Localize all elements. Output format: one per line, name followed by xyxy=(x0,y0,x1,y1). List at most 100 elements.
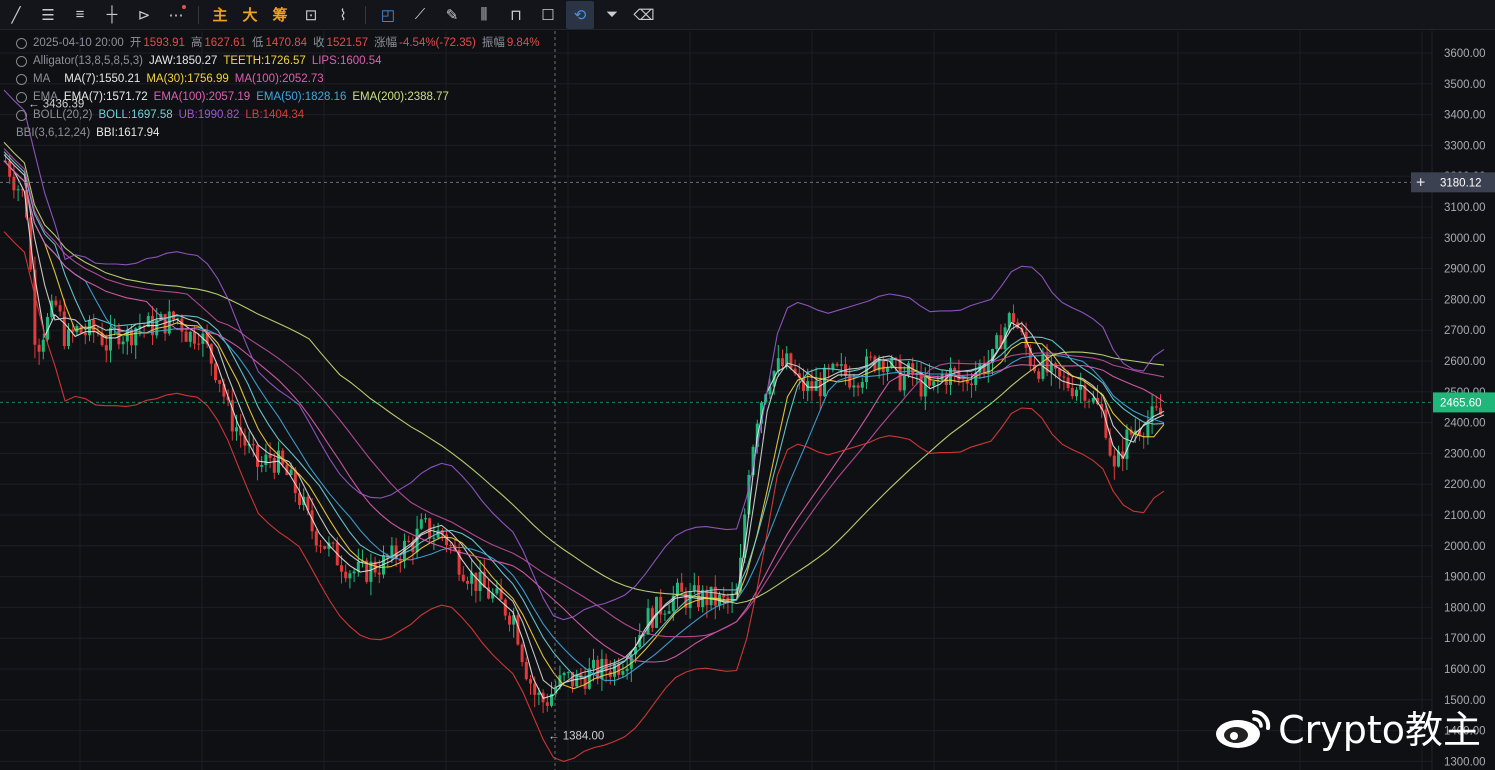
ema-row: EMA EMA(7):1571.72 EMA(100):2057.19 EMA(… xyxy=(16,88,545,106)
candle-body xyxy=(314,531,318,546)
collapse-toggle-icon[interactable] xyxy=(16,37,27,49)
price-tick-label: 1300.00 xyxy=(1444,756,1486,768)
candle-body xyxy=(835,363,839,366)
more-icon[interactable]: ⋯ xyxy=(162,1,190,29)
eye-icon[interactable] xyxy=(16,109,27,121)
drawing-icon[interactable]: ◰ xyxy=(374,1,402,29)
chips-button[interactable]: 筹 xyxy=(267,1,293,29)
arrow-tool-icon[interactable]: ⊳ xyxy=(130,1,158,29)
candle-body xyxy=(953,367,957,371)
candle-body xyxy=(663,613,667,615)
watermark: Crypto教主 xyxy=(1214,699,1481,754)
candle-body xyxy=(419,519,423,529)
candle-body xyxy=(961,379,965,381)
weibo-logo-icon xyxy=(1216,709,1271,748)
filter-icon[interactable]: ⏷ xyxy=(598,1,626,29)
candle-body xyxy=(495,588,499,594)
crop-icon[interactable]: ⊡ xyxy=(297,1,325,29)
trash-icon[interactable]: ⌫ xyxy=(630,1,658,29)
bbi-row: BBI(3,6,12,24) BBI:1617.94 xyxy=(16,124,545,142)
measure-icon[interactable]: ⟋ xyxy=(406,1,434,29)
change-label: 涨幅 xyxy=(374,37,398,49)
ma-label[interactable]: MA xyxy=(33,70,50,88)
alligator-label[interactable]: Alligator(13,8,5,8,5,3) xyxy=(33,52,143,70)
amplitude-label: 振幅 xyxy=(481,37,505,49)
more-glyph: ⋯ xyxy=(168,6,184,24)
note-icon[interactable]: ☐ xyxy=(534,1,562,29)
indicator-legend: 2025-04-10 20:00 开 1593.91 高 1627.61 低 1… xyxy=(16,34,545,142)
candle-body xyxy=(268,454,272,459)
price-tick-label: 2000.00 xyxy=(1444,541,1486,553)
main-indicator-button[interactable]: 主 xyxy=(207,1,233,29)
big-indicator-button[interactable]: 大 xyxy=(237,1,263,29)
candle-body xyxy=(256,445,259,467)
candle-body xyxy=(121,341,125,345)
candle-body xyxy=(331,542,335,544)
candle-body xyxy=(562,672,566,676)
boll-label[interactable]: BOLL(20,2) xyxy=(33,106,92,124)
candle-body xyxy=(264,454,268,466)
parallel-lines-icon[interactable]: ☰ xyxy=(34,1,62,29)
ohlc-row: 2025-04-10 20:00 开 1593.91 高 1627.61 低 1… xyxy=(16,34,545,52)
horizontal-line-icon[interactable]: ┼ xyxy=(98,1,126,29)
lock-icon[interactable]: ⊓ xyxy=(502,1,530,29)
candle-body xyxy=(79,326,83,333)
price-tick-label: 2700.00 xyxy=(1444,325,1486,337)
lips-value: LIPS:1600.54 xyxy=(311,55,382,67)
close-value: 1521.57 xyxy=(326,37,369,49)
price-tick-label: 2600.00 xyxy=(1444,356,1486,368)
candle-body xyxy=(1012,313,1015,323)
bbi-label[interactable]: BBI(3,6,12,24) xyxy=(16,124,90,142)
candle-body xyxy=(54,300,58,306)
candle-body xyxy=(449,545,453,547)
candle-body xyxy=(432,537,436,539)
candle-body xyxy=(776,358,780,372)
price-tick-label: 1600.00 xyxy=(1444,664,1486,676)
candle-body xyxy=(1075,389,1078,397)
bbi-value: BBI:1617.94 xyxy=(96,127,160,139)
ma7-line xyxy=(3,160,1165,699)
price-tick-label: 3100.00 xyxy=(1444,202,1486,214)
candle-body xyxy=(193,331,196,344)
candle-body xyxy=(323,546,327,549)
candle-body xyxy=(613,663,616,677)
candle-body xyxy=(37,344,41,352)
candle-datetime: 2025-04-10 20:00 xyxy=(33,37,124,49)
candle-body xyxy=(197,343,201,345)
eye-icon[interactable] xyxy=(16,55,27,67)
amplitude-value: 9.84% xyxy=(506,37,540,49)
candle-body xyxy=(860,381,864,388)
candles-icon[interactable]: ⫼ xyxy=(470,1,498,29)
ema-label[interactable]: EMA xyxy=(33,88,58,106)
change-value: -4.54%(-72.35) xyxy=(399,37,476,49)
magnet-icon[interactable]: ⟲ xyxy=(566,0,594,29)
candle-body xyxy=(16,189,20,191)
ema7-value: EMA(7):1571.72 xyxy=(63,91,148,103)
candle-body xyxy=(1070,388,1074,397)
candle-body xyxy=(1062,376,1066,378)
candle-body xyxy=(67,329,70,346)
candle-body xyxy=(1087,400,1091,402)
ruler-icon[interactable]: ⌇ xyxy=(329,1,357,29)
eye-icon[interactable] xyxy=(16,73,27,85)
candle-body xyxy=(902,375,906,391)
candle-body xyxy=(445,534,448,546)
candle-body xyxy=(41,339,45,352)
channel-icon[interactable]: ≡ xyxy=(66,1,94,29)
candle-body xyxy=(8,161,12,177)
candle-body xyxy=(625,668,629,672)
close-label: 收 xyxy=(313,37,325,49)
ema50-line xyxy=(3,160,1165,682)
candle-body xyxy=(970,383,973,386)
candle-body xyxy=(62,311,66,346)
candle-body xyxy=(1154,406,1158,408)
candle-body xyxy=(676,582,679,596)
candle-body xyxy=(83,332,87,336)
candle-body xyxy=(340,565,343,572)
eye-icon[interactable] xyxy=(16,91,27,103)
boll-value: BOLL:1697.58 xyxy=(98,109,173,121)
candle-body xyxy=(235,427,238,432)
line-tool-icon[interactable]: ╱ xyxy=(2,1,30,29)
pen-icon[interactable]: ✎ xyxy=(438,1,466,29)
boll-upper-line xyxy=(3,89,1165,621)
